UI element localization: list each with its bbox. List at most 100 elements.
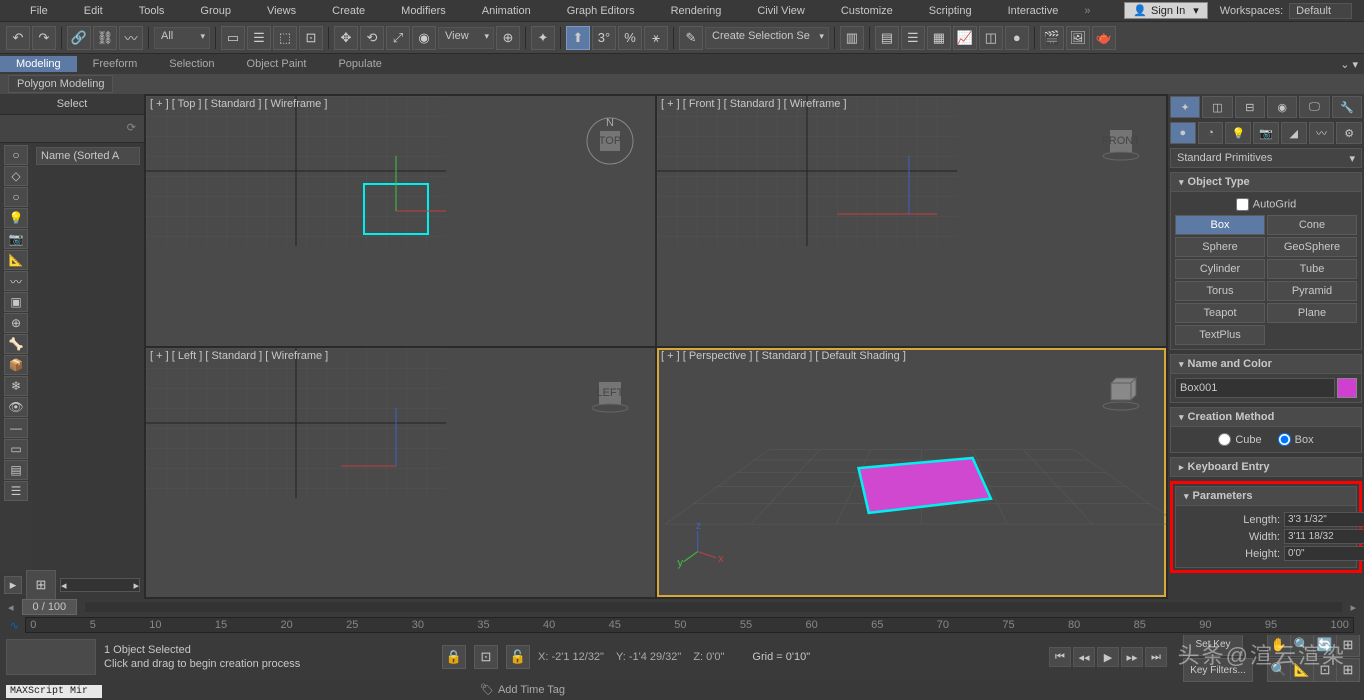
viewport-left-label[interactable]: [ + ] [ Left ] [ Standard ] [ Wireframe …: [150, 350, 328, 362]
rect-region-button[interactable]: ⬚: [273, 26, 297, 50]
layer-button[interactable]: ☰: [901, 26, 925, 50]
ribbon-tab-selection[interactable]: Selection: [153, 56, 230, 72]
rollout-creation-method-header[interactable]: Creation Method: [1170, 407, 1362, 427]
filter-misc1-icon[interactable]: ▭: [4, 439, 28, 459]
menu-create[interactable]: Create: [314, 3, 383, 19]
curve-editor-button[interactable]: 📈: [953, 26, 977, 50]
scene-layout-icon[interactable]: ⊞: [26, 570, 56, 600]
utilities-tab[interactable]: 🔧: [1332, 96, 1362, 118]
creation-box-radio[interactable]: Box: [1278, 433, 1314, 446]
scene-list[interactable]: Name (Sorted A: [32, 143, 144, 571]
goto-start-button[interactable]: ⏮: [1049, 647, 1071, 667]
filter-container-icon[interactable]: 📦: [4, 355, 28, 375]
toggle-ribbon-button[interactable]: ▦: [927, 26, 951, 50]
create-sphere-button[interactable]: Sphere: [1175, 237, 1265, 257]
filter-misc2-icon[interactable]: ▤: [4, 460, 28, 480]
edit-named-sel-button[interactable]: ✎: [679, 26, 703, 50]
create-box-button[interactable]: Box: [1175, 215, 1265, 235]
category-dropdown[interactable]: Standard Primitives: [1170, 148, 1362, 168]
menu-group[interactable]: Group: [182, 3, 249, 19]
goto-end-button[interactable]: ⏭: [1145, 647, 1167, 667]
coord-z[interactable]: 0'0": [706, 651, 724, 663]
menu-scripting[interactable]: Scripting: [911, 3, 990, 19]
scale-button[interactable]: ⤢: [386, 26, 410, 50]
viewcube-left[interactable]: LEFT: [585, 368, 635, 418]
workspaces-dropdown[interactable]: Default: [1289, 3, 1352, 19]
walk-button[interactable]: 🔍: [1290, 633, 1314, 657]
move-button[interactable]: ✥: [334, 26, 358, 50]
nav-more2-button[interactable]: ⊞: [1336, 658, 1360, 682]
autogrid-checkbox[interactable]: AutoGrid: [1175, 196, 1357, 213]
coord-y[interactable]: -1'4 29/32": [629, 651, 682, 663]
viewport-top-label[interactable]: [ + ] [ Top ] [ Standard ] [ Wireframe ]: [150, 98, 327, 110]
create-tab[interactable]: ✦: [1170, 96, 1200, 118]
bind-button[interactable]: 〰: [119, 26, 143, 50]
material-editor-button[interactable]: ●: [1005, 26, 1029, 50]
viewport-front[interactable]: [ + ] [ Front ] [ Standard ] [ Wireframe…: [657, 96, 1166, 346]
filter-geometry-icon[interactable]: ◇: [4, 166, 28, 186]
create-textplus-button[interactable]: TextPlus: [1175, 325, 1265, 345]
height-input[interactable]: [1284, 546, 1364, 561]
selection-filter-dropdown[interactable]: All: [154, 27, 210, 49]
render-button[interactable]: 🫖: [1092, 26, 1116, 50]
filter-misc3-icon[interactable]: ☰: [4, 481, 28, 501]
create-teapot-button[interactable]: Teapot: [1175, 303, 1265, 323]
geometry-subtab[interactable]: ●: [1170, 122, 1196, 144]
menu-views[interactable]: Views: [249, 3, 314, 19]
ribbon-collapse-icon[interactable]: ⌄ ▾: [1334, 56, 1364, 73]
rollout-object-type-header[interactable]: Object Type: [1170, 172, 1362, 192]
menu-edit[interactable]: Edit: [66, 3, 121, 19]
menu-interactive[interactable]: Interactive: [990, 3, 1077, 19]
create-pyramid-button[interactable]: Pyramid: [1267, 281, 1357, 301]
menu-rendering[interactable]: Rendering: [653, 3, 740, 19]
menu-file[interactable]: File: [12, 3, 66, 19]
viewport-left[interactable]: [ + ] [ Left ] [ Standard ] [ Wireframe …: [146, 348, 655, 598]
hierarchy-tab[interactable]: ⊟: [1235, 96, 1265, 118]
scene-scrollbar[interactable]: ◂▸: [60, 578, 140, 592]
named-selection-dropdown[interactable]: Create Selection Se: [705, 27, 829, 49]
angle-snap-button[interactable]: 3°: [592, 26, 616, 50]
placement-button[interactable]: ◉: [412, 26, 436, 50]
orbit-button[interactable]: 🔄: [1313, 633, 1337, 657]
fov-button[interactable]: 📐: [1290, 658, 1314, 682]
create-torus-button[interactable]: Torus: [1175, 281, 1265, 301]
pan-view-button[interactable]: ✋: [1267, 633, 1291, 657]
coord-x[interactable]: -2'1 12/32": [551, 651, 604, 663]
maxscript-listener[interactable]: MAXScript Mir: [6, 685, 102, 698]
undo-button[interactable]: ↶: [6, 26, 30, 50]
ribbon-tab-object-paint[interactable]: Object Paint: [231, 56, 323, 72]
helpers-subtab[interactable]: ◢: [1281, 122, 1307, 144]
viewport-top[interactable]: [ + ] [ Top ] [ Standard ] [ Wireframe ]…: [146, 96, 655, 346]
menu-civil-view[interactable]: Civil View: [739, 3, 822, 19]
scene-column-header[interactable]: Name (Sorted A: [36, 147, 140, 165]
ref-coord-dropdown[interactable]: View: [438, 27, 494, 49]
filter-frozen-icon[interactable]: ❄: [4, 376, 28, 396]
creation-cube-radio[interactable]: Cube: [1218, 433, 1261, 446]
menu-tools[interactable]: Tools: [121, 3, 183, 19]
rendered-frame-button[interactable]: 🖼: [1066, 26, 1090, 50]
create-cone-button[interactable]: Cone: [1267, 215, 1357, 235]
length-input[interactable]: [1284, 512, 1364, 527]
cameras-subtab[interactable]: 📷: [1253, 122, 1279, 144]
schematic-view-button[interactable]: ◫: [979, 26, 1003, 50]
next-frame-button[interactable]: ▸▸: [1121, 647, 1143, 667]
align-button[interactable]: ▤: [875, 26, 899, 50]
select-object-button[interactable]: ▭: [221, 26, 245, 50]
mirror-button[interactable]: ▥: [840, 26, 864, 50]
isolate-icon[interactable]: ⊡: [474, 645, 498, 669]
scene-explorer-toolbar[interactable]: ⟳: [0, 115, 144, 143]
filter-xref-icon[interactable]: ⊕: [4, 313, 28, 333]
menu-more-icon[interactable]: »: [1084, 5, 1090, 17]
spacewarps-subtab[interactable]: 〰: [1309, 122, 1335, 144]
max-toggle-button[interactable]: ⊡: [1313, 658, 1337, 682]
filter-bone-icon[interactable]: 🦴: [4, 334, 28, 354]
unlink-button[interactable]: ⛓: [93, 26, 117, 50]
timeline-curve-icon[interactable]: ∿: [10, 619, 19, 632]
time-slider[interactable]: ◂ 0 / 100 ▸: [0, 599, 1364, 615]
object-color-swatch[interactable]: [1337, 378, 1357, 398]
filter-group-icon[interactable]: ▣: [4, 292, 28, 312]
timeline-ruler[interactable]: 0510152025303540455055606570758085909510…: [25, 617, 1354, 633]
width-input[interactable]: [1284, 529, 1364, 544]
spinner-snap-button[interactable]: ⚹: [644, 26, 668, 50]
viewport-perspective[interactable]: [ + ] [ Perspective ] [ Standard ] [ Def…: [657, 348, 1166, 598]
